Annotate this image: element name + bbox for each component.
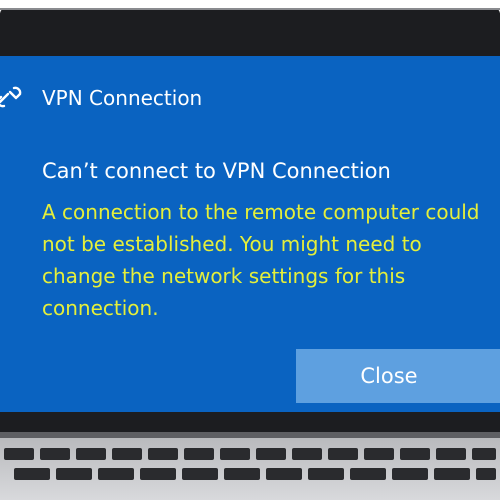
keyboard-key [350, 468, 386, 480]
keyboard-key [436, 448, 466, 460]
laptop-photo: VPN Connection Can’t connect to VPN Conn… [0, 0, 500, 500]
keyboard-key [472, 448, 496, 460]
keyboard-key [182, 468, 218, 480]
keyboard-key [256, 448, 286, 460]
keyboard-key [308, 468, 344, 480]
laptop-keyboard-deck [0, 438, 500, 500]
keyboard-key [224, 468, 260, 480]
keyboard-key [292, 448, 322, 460]
message-line: change the network settings for this [42, 264, 406, 288]
keyboard-key [400, 448, 430, 460]
keyboard-key [98, 468, 134, 480]
keyboard-key [4, 448, 34, 460]
keyboard-key [434, 468, 470, 480]
keyboard-row [0, 468, 500, 484]
keyboard-key [148, 448, 178, 460]
keyboard-row [0, 448, 500, 464]
message-line: not be established. You might need to [42, 232, 422, 256]
keyboard-key [184, 448, 214, 460]
keyboard-key [220, 448, 250, 460]
notification-app-title: VPN Connection [42, 86, 203, 110]
message-line: connection. [42, 296, 159, 320]
close-button-label: Close [360, 364, 418, 388]
keyboard-key [140, 468, 176, 480]
message-line: A connection to the remote computer coul… [42, 200, 480, 224]
keyboard-key [56, 468, 92, 480]
notification-message: A connection to the remote computer coul… [42, 196, 500, 324]
keyboard-key [14, 468, 50, 480]
notification-heading: Can’t connect to VPN Connection [42, 159, 391, 183]
keyboard-key [364, 448, 394, 460]
vpn-link-icon [0, 82, 24, 112]
keyboard-key [40, 448, 70, 460]
keyboard-key [76, 448, 106, 460]
keyboard-key [476, 468, 496, 480]
keyboard-key [266, 468, 302, 480]
keyboard-key [328, 448, 358, 460]
keyboard-key [112, 448, 142, 460]
laptop-lid-edge [0, 8, 500, 10]
close-button[interactable]: Close [296, 349, 500, 403]
keyboard-key [392, 468, 428, 480]
